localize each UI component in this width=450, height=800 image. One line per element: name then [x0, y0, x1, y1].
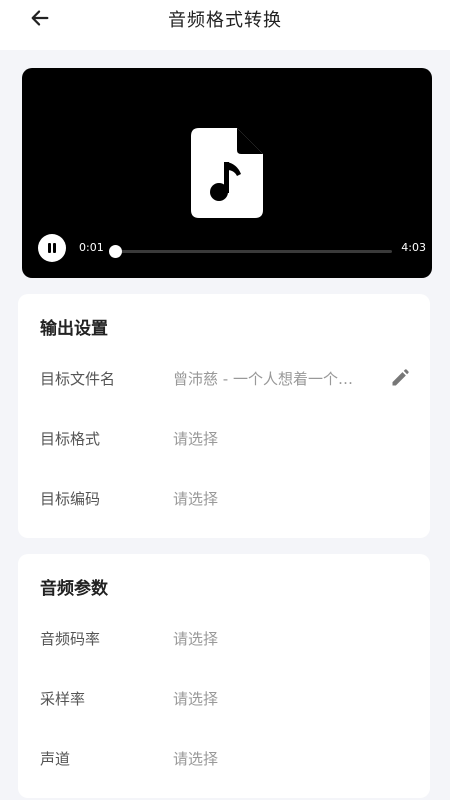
audio-params-card: 音频参数 音频码率 请选择 采样率 请选择 声道 请选择	[18, 554, 430, 798]
pencil-icon[interactable]	[390, 368, 410, 388]
duration-time: 4:03	[401, 241, 426, 254]
audio-player: 0:01 4:03	[22, 68, 432, 278]
sample-rate-row[interactable]: 采样率 请选择	[18, 676, 430, 720]
audio-bitrate-row[interactable]: 音频码率 请选择	[18, 616, 430, 660]
sample-rate-select[interactable]: 请选择	[173, 688, 218, 709]
target-format-label: 目标格式	[40, 430, 101, 448]
channel-row[interactable]: 声道 请选择	[18, 736, 430, 780]
output-settings-title: 输出设置	[40, 319, 108, 339]
target-filename-value[interactable]: 曾沛慈 - 一个人想着一个…	[173, 368, 353, 389]
audio-file-icon	[191, 128, 263, 218]
target-filename-label: 目标文件名	[40, 370, 116, 388]
page-title: 音频格式转换	[168, 10, 282, 31]
target-encoding-label: 目标编码	[40, 490, 101, 508]
target-encoding-row[interactable]: 目标编码 请选择	[18, 476, 430, 520]
current-time: 0:01	[79, 241, 104, 254]
audio-bitrate-label: 音频码率	[40, 630, 101, 648]
pause-button[interactable]	[38, 234, 66, 262]
output-settings-card: 输出设置 目标文件名 曾沛慈 - 一个人想着一个… 目标格式 请选择 目标编码 …	[18, 294, 430, 538]
audio-bitrate-select[interactable]: 请选择	[173, 628, 218, 649]
progress-thumb[interactable]	[109, 245, 123, 258]
top-bar: 音频格式转换	[0, 0, 450, 50]
target-format-row[interactable]: 目标格式 请选择	[18, 416, 430, 460]
target-encoding-select[interactable]: 请选择	[173, 488, 218, 509]
target-format-select[interactable]: 请选择	[173, 428, 218, 449]
audio-params-title: 音频参数	[40, 579, 108, 599]
progress-slider[interactable]	[109, 245, 392, 258]
pause-icon	[48, 243, 56, 253]
channel-select[interactable]: 请选择	[173, 748, 218, 769]
sample-rate-label: 采样率	[40, 690, 86, 708]
channel-label: 声道	[40, 750, 71, 768]
target-filename-row[interactable]: 目标文件名 曾沛慈 - 一个人想着一个…	[18, 356, 430, 400]
